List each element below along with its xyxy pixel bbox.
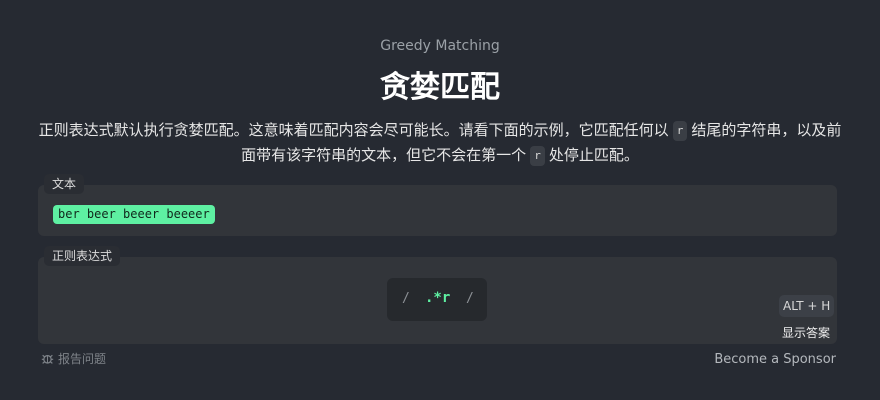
bug-icon (41, 352, 54, 365)
regex-open-slash: / (402, 291, 410, 306)
report-issue-label: 报告问题 (58, 352, 107, 366)
text-panel-label: 文本 (44, 174, 85, 194)
report-issue-link[interactable]: 报告问题 (41, 350, 106, 367)
matched-text: ber beer beeer beeeer (53, 205, 215, 224)
inline-code-r: r (672, 121, 688, 141)
inline-code-r: r (530, 146, 545, 166)
description-text-3: 处停止匹配。 (548, 146, 639, 164)
regex-panel-label: 正则表达式 (44, 246, 121, 266)
show-answer-shortcut[interactable]: ALT + H (779, 295, 835, 317)
regex-input[interactable]: .*r (425, 290, 450, 306)
regex-panel: 正则表达式 / .*r / ALT + H 显示答案 (38, 246, 837, 344)
description-text-1: 正则表达式默认执行贪婪匹配。这意味着匹配内容会尽可能长。请看下面的示例，它匹配任… (38, 121, 669, 139)
regex-input-box[interactable]: / .*r / (387, 278, 487, 321)
regex-close-slash: / (466, 291, 474, 306)
text-panel: 文本 ber beer beeer beeeer (38, 174, 837, 236)
show-answer-button[interactable]: 显示答案 (782, 325, 830, 341)
lesson-description: 正则表达式默认执行贪婪匹配。这意味着匹配内容会尽可能长。请看下面的示例，它匹配任… (36, 118, 844, 168)
become-sponsor-link[interactable]: Become a Sponsor (714, 352, 836, 367)
lesson-title: 贪婪匹配 (380, 70, 500, 105)
page: Greedy Matching 贪婪匹配 正则表达式默认执行贪婪匹配。这意味着匹… (0, 0, 880, 400)
lesson-subtitle: Greedy Matching (380, 38, 500, 54)
